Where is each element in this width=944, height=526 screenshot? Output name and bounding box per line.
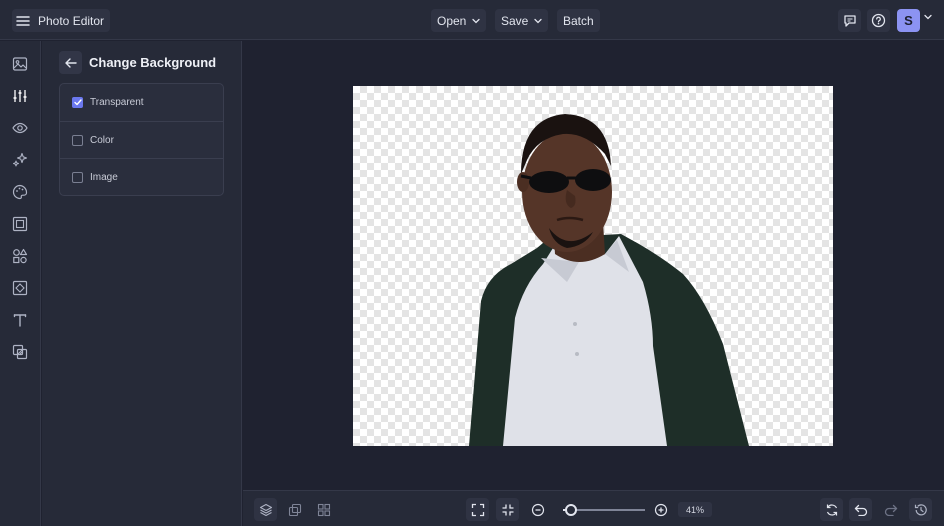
comments-button[interactable]	[838, 9, 861, 32]
sparkle-icon[interactable]	[11, 151, 29, 169]
option-color[interactable]: Color	[60, 121, 223, 158]
zoom-in-button[interactable]	[649, 498, 672, 521]
grid-button[interactable]	[312, 498, 335, 521]
compare-icon	[288, 503, 302, 517]
zoom-value[interactable]: 41%	[678, 502, 712, 517]
undo-button[interactable]	[849, 498, 872, 521]
history-icon	[914, 503, 928, 517]
redo-icon	[884, 504, 898, 516]
zoom-out-icon	[531, 503, 545, 517]
zoom-slider[interactable]	[563, 504, 645, 516]
batch-label: Batch	[563, 13, 594, 28]
panel-title: Change Background	[89, 55, 217, 70]
batch-button[interactable]: Batch	[557, 9, 600, 32]
layers-button[interactable]	[254, 498, 277, 521]
redo-button[interactable]	[879, 498, 902, 521]
refresh-icon	[825, 503, 839, 517]
top-bar: Photo Editor Open Save Batch S	[0, 0, 944, 40]
palette-icon[interactable]	[11, 183, 29, 201]
compare-button[interactable]	[283, 498, 306, 521]
checkbox[interactable]	[72, 171, 83, 183]
option-label: Image	[90, 171, 118, 183]
shapes-icon[interactable]	[11, 247, 29, 265]
canvas-area	[243, 41, 944, 490]
checkbox[interactable]	[72, 134, 83, 146]
option-label: Color	[90, 134, 114, 146]
chevron-down-icon[interactable]	[924, 14, 932, 20]
zoom-slider-handle[interactable]	[565, 504, 577, 516]
arrow-left-icon	[64, 57, 77, 68]
text-icon[interactable]	[11, 311, 29, 329]
sliders-icon[interactable]	[11, 87, 29, 105]
save-button[interactable]: Save	[495, 9, 549, 32]
image-canvas[interactable]	[353, 86, 833, 446]
change-background-panel: Change Background Transparent Color Imag…	[42, 41, 242, 526]
option-transparent[interactable]: Transparent	[60, 84, 223, 121]
chevron-down-icon	[472, 18, 481, 24]
open-button[interactable]: Open	[431, 9, 487, 32]
chevron-down-icon	[534, 18, 543, 24]
checkbox-checked[interactable]	[72, 97, 83, 108]
help-icon	[871, 13, 886, 28]
open-label: Open	[437, 13, 467, 28]
fit-screen-button[interactable]	[466, 498, 489, 521]
history-button[interactable]	[909, 498, 932, 521]
hamburger-icon	[16, 15, 30, 27]
eye-icon[interactable]	[11, 119, 29, 137]
zoom-in-icon	[654, 503, 668, 517]
photo-subject	[469, 114, 749, 446]
overlay-icon[interactable]	[11, 343, 29, 361]
option-image[interactable]: Image	[60, 158, 223, 195]
option-label: Transparent	[90, 97, 144, 108]
bottom-bar: 41%	[243, 490, 944, 526]
frame-icon[interactable]	[11, 215, 29, 233]
shrink-icon	[501, 503, 515, 517]
actual-size-button[interactable]	[496, 498, 519, 521]
help-button[interactable]	[867, 9, 890, 32]
app-menu-button[interactable]: Photo Editor	[12, 9, 111, 32]
reset-button[interactable]	[820, 498, 843, 521]
tool-rail	[0, 41, 41, 526]
zoom-out-button[interactable]	[526, 498, 549, 521]
back-button[interactable]	[59, 51, 82, 74]
app-title: Photo Editor	[38, 13, 105, 28]
grid-icon	[317, 503, 331, 517]
image-icon[interactable]	[11, 55, 29, 73]
comment-icon	[843, 14, 857, 28]
avatar[interactable]: S	[897, 9, 920, 32]
undo-icon	[854, 504, 868, 516]
save-label: Save	[501, 13, 529, 28]
background-options: Transparent Color Image	[59, 83, 224, 196]
layers-icon	[259, 503, 273, 517]
expand-icon	[471, 503, 485, 517]
texture-icon[interactable]	[11, 279, 29, 297]
